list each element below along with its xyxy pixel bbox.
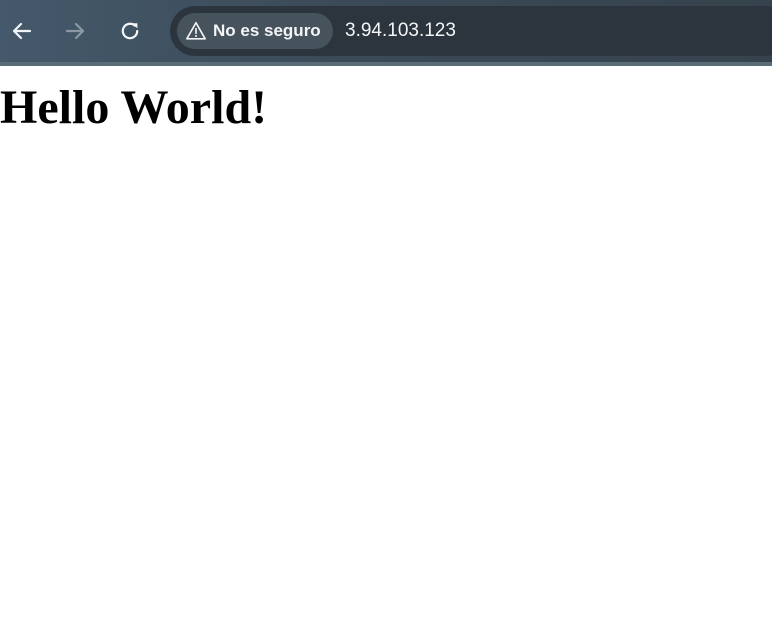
address-bar[interactable]: No es seguro 3.94.103.123	[170, 6, 772, 56]
security-label: No es seguro	[213, 21, 321, 40]
forward-arrow-icon	[65, 22, 85, 40]
back-button[interactable]	[4, 13, 40, 49]
warning-triangle-icon	[186, 21, 206, 40]
forward-button[interactable]	[57, 13, 93, 49]
url-text[interactable]: 3.94.103.123	[345, 6, 456, 56]
back-arrow-icon	[12, 22, 32, 40]
reload-icon	[121, 22, 139, 40]
page-heading: Hello World!	[0, 81, 268, 134]
browser-toolbar: No es seguro 3.94.103.123	[0, 0, 772, 62]
security-chip[interactable]: No es seguro	[177, 13, 333, 49]
reload-button[interactable]	[112, 13, 148, 49]
page-content: Hello World!	[0, 66, 772, 639]
